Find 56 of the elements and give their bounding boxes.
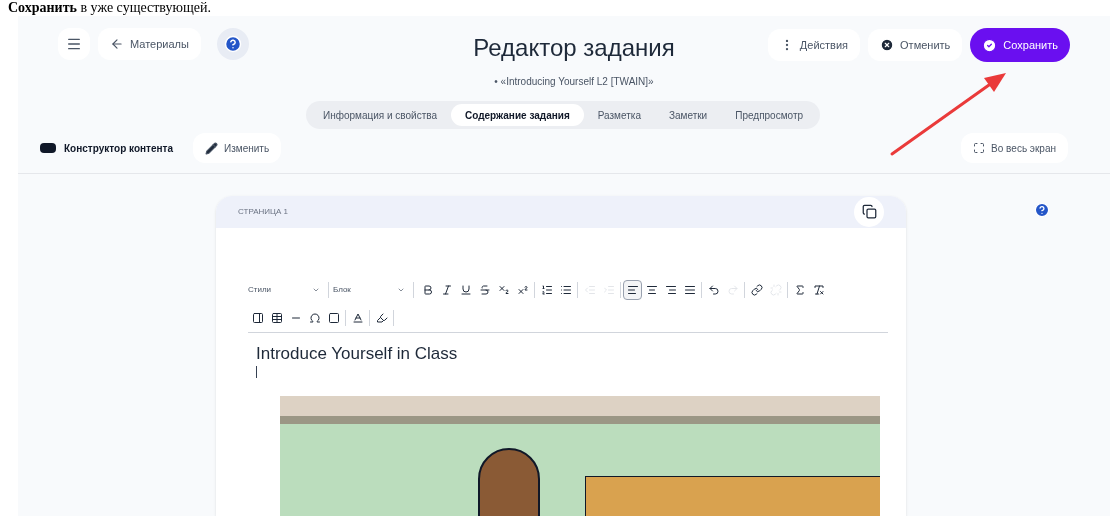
copy-icon[interactable] <box>854 196 884 227</box>
block-select[interactable]: Блок <box>333 279 409 300</box>
tab[interactable]: Содержание задания <box>451 104 584 126</box>
text-color-icon <box>351 311 364 324</box>
close-icon <box>880 38 895 52</box>
help-icon[interactable] <box>1034 202 1050 218</box>
unlink-icon <box>769 283 782 296</box>
pencil-icon <box>205 141 218 155</box>
bold-icon <box>421 283 434 296</box>
tab[interactable]: Информация и свойства <box>308 104 451 126</box>
link-icon <box>750 283 763 296</box>
clear-format-icon <box>812 283 825 296</box>
align-center-icon <box>645 283 658 296</box>
document-text: Сохранить в уже существующей. <box>7 0 212 16</box>
toolbar-button[interactable] <box>623 279 642 300</box>
text-cursor <box>256 366 257 378</box>
fullscreen-icon <box>973 142 986 154</box>
cancel-button[interactable]: Отменить <box>868 29 963 61</box>
omega-icon <box>308 311 321 324</box>
superscript-icon <box>516 283 529 296</box>
tab[interactable]: Заметки <box>654 104 722 126</box>
actions-button[interactable]: Действия <box>767 29 861 61</box>
align-left-icon <box>626 283 639 296</box>
save-button[interactable]: Сохранить <box>970 28 1070 62</box>
fullscreen-button[interactable]: Во весь экран <box>961 133 1068 163</box>
menu-icon[interactable] <box>58 28 90 60</box>
constructor-icon <box>40 143 56 153</box>
page-label: СТРАНИЦА 1 <box>238 205 288 218</box>
redo-icon <box>726 283 739 296</box>
edit-button[interactable]: Изменить <box>193 133 282 163</box>
underline-icon <box>459 283 472 296</box>
table-icon <box>270 311 283 324</box>
iframe-icon <box>327 311 340 324</box>
help-icon[interactable] <box>216 28 249 60</box>
constructor-label: Конструктор контента <box>64 141 173 156</box>
undo-icon <box>707 283 720 296</box>
tab[interactable]: Разметка <box>583 104 655 126</box>
task-subtitle: • «Introducing Yourself L2 [TWAIN]» <box>494 75 654 89</box>
align-justify-icon <box>683 283 696 296</box>
numbered-list-icon <box>540 283 553 296</box>
check-icon <box>982 37 998 53</box>
subscript-icon <box>497 283 510 296</box>
background-color-icon <box>375 311 388 324</box>
back-button[interactable]: Материалы <box>98 28 201 60</box>
italic-icon <box>440 283 453 296</box>
indent-icon <box>602 283 615 296</box>
sigma-icon <box>793 283 806 296</box>
content-heading: Introduce Yourself in Class <box>256 342 459 365</box>
align-right-icon <box>664 283 677 296</box>
outdent-icon <box>583 283 596 296</box>
blocks-icon <box>251 311 264 324</box>
styles-select[interactable]: Стили <box>248 279 324 300</box>
page-title: Редактор задания <box>473 33 675 63</box>
bullet-list-icon <box>559 283 572 296</box>
tab[interactable]: Предпросмотр <box>721 104 818 126</box>
strikethrough-icon <box>478 283 491 296</box>
